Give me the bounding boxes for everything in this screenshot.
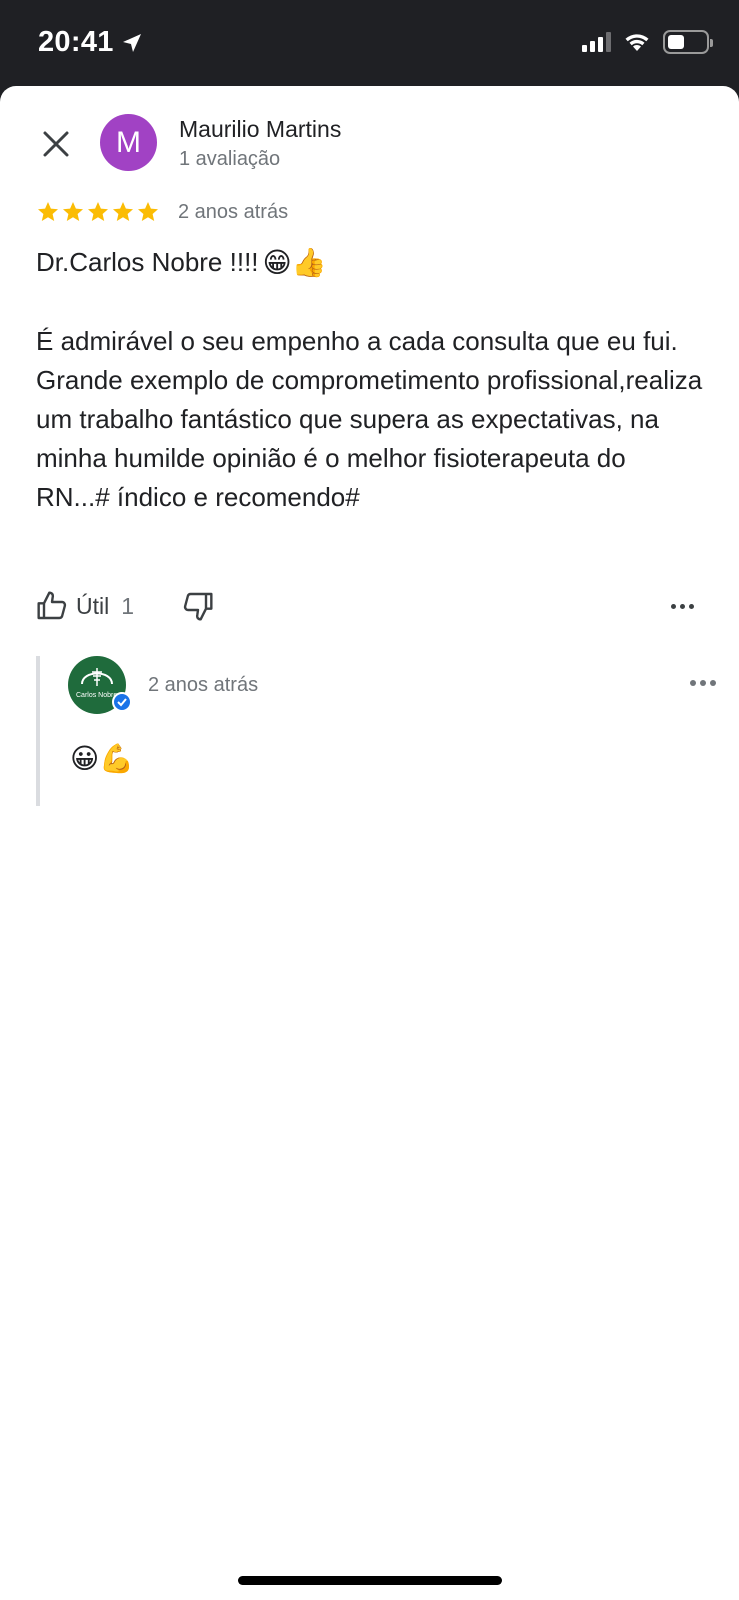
star-icon xyxy=(113,202,133,221)
review-time: 2 anos atrás xyxy=(178,200,289,223)
owner-logo-text: Carlos Nobre xyxy=(76,692,118,699)
status-time: 20:41 xyxy=(38,26,114,58)
reply-text: 😀💪 xyxy=(70,742,135,775)
useful-label: Útil xyxy=(76,592,110,619)
reply-more-options-button[interactable] xyxy=(690,680,716,686)
status-time-group: 20:41 xyxy=(38,26,144,59)
star-icon xyxy=(38,202,58,221)
thumbs-up-icon xyxy=(37,591,67,620)
signal-icon xyxy=(582,32,611,52)
useful-count: 1 xyxy=(121,592,135,619)
home-indicator[interactable] xyxy=(238,1576,502,1585)
rating-row: 2 anos atrás xyxy=(36,200,288,224)
verified-icon xyxy=(112,692,132,712)
close-button[interactable] xyxy=(36,124,76,164)
review-title: Dr.Carlos Nobre !!!! 😁👍 xyxy=(36,246,327,279)
star-icon xyxy=(138,202,158,221)
review-actions: Útil 1 xyxy=(36,586,706,626)
useful-button[interactable]: Útil 1 xyxy=(36,590,134,622)
close-icon xyxy=(43,131,69,157)
review-body: É admirável o seu empenho a cada consult… xyxy=(36,326,703,512)
more-options-button[interactable] xyxy=(671,591,694,621)
navigation-arrow-icon xyxy=(122,33,141,52)
reviewer-review-count: 1 avaliação xyxy=(179,148,281,170)
star-rating xyxy=(36,200,160,224)
avatar-letter: M xyxy=(116,125,141,159)
owner-avatar[interactable]: Carlos Nobre xyxy=(68,656,132,714)
status-bar: 20:41 xyxy=(0,0,739,86)
owner-reply: Carlos Nobre 2 anos atrás 😀💪 xyxy=(36,656,716,806)
thumbs-down-icon xyxy=(183,592,213,621)
not-useful-button[interactable] xyxy=(182,590,214,622)
review-title-text: Dr.Carlos Nobre !!!! xyxy=(36,247,259,277)
reviewer-avatar[interactable]: M xyxy=(100,114,157,171)
star-icon xyxy=(63,202,83,221)
star-icon xyxy=(88,202,108,221)
review-sheet: M Maurilio Martins 1 avaliação 2 anos at… xyxy=(0,86,739,1600)
battery-icon xyxy=(663,30,713,54)
wifi-icon xyxy=(625,34,649,51)
reviewer-name[interactable]: Maurilio Martins xyxy=(179,116,341,143)
status-icons xyxy=(582,30,713,54)
reply-time: 2 anos atrás xyxy=(148,674,259,696)
review-title-emojis: 😁👍 xyxy=(262,246,327,279)
